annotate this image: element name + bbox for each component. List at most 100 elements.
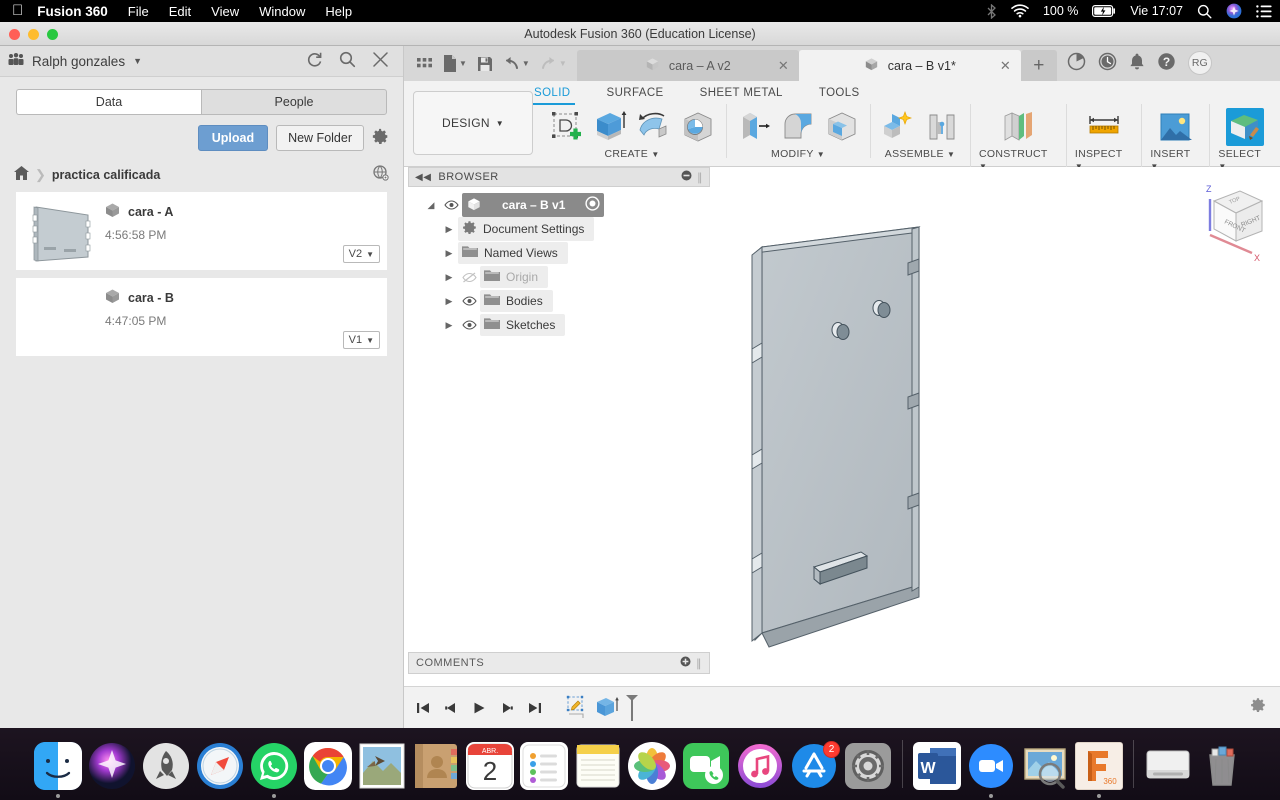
joint-icon[interactable] [923, 108, 961, 146]
design-workspace-button[interactable]: DESIGN ▼ [413, 91, 533, 155]
search-icon[interactable] [339, 51, 356, 71]
expand-arrow-icon[interactable]: ◢ [422, 200, 440, 211]
3d-viewport[interactable]: FRONT RIGHT TOP Z X [714, 167, 1280, 704]
ribbon-group-label[interactable]: ASSEMBLE ▼ [885, 148, 955, 160]
menu-window[interactable]: Window [259, 4, 305, 19]
data-panel-settings-gear-icon[interactable] [372, 128, 389, 148]
dock-item-facetime[interactable] [679, 734, 733, 798]
insert-mcmaster-icon[interactable] [1156, 108, 1194, 146]
close-panel-icon[interactable] [372, 51, 389, 71]
offset-plane-icon[interactable] [999, 108, 1037, 146]
minimize-window-button[interactable] [28, 29, 39, 40]
hole-icon[interactable] [679, 108, 717, 146]
dock-item-external-disk[interactable] [1141, 734, 1195, 798]
menu-help[interactable]: Help [325, 4, 352, 19]
bluetooth-icon[interactable] [986, 3, 997, 19]
file-version-badge[interactable]: V1 ▼ [342, 331, 380, 349]
undo-icon[interactable]: ▼ [499, 54, 534, 73]
browser-node-sketches[interactable]: ▶ Sketches [408, 313, 710, 337]
dock-item-safari[interactable] [193, 734, 247, 798]
go-to-end-icon[interactable] [528, 701, 542, 715]
browser-resize-handle[interactable]: ∥ [697, 171, 703, 184]
upload-button[interactable]: Upload [197, 125, 269, 151]
add-comment-icon[interactable] [680, 656, 691, 670]
dock-item-calendar[interactable]: ABR. 2 [463, 734, 517, 798]
apple-logo-icon[interactable]:  [12, 3, 23, 18]
expand-arrow-icon[interactable]: ▶ [440, 296, 458, 307]
active-component-radio-icon[interactable] [585, 196, 600, 214]
help-icon[interactable]: ? [1157, 52, 1176, 74]
browser-node-origin[interactable]: ▶ Origin [408, 265, 710, 289]
home-icon[interactable] [14, 166, 29, 183]
comments-resize-handle[interactable]: ∥ [696, 657, 702, 670]
avatar[interactable]: RG [1187, 51, 1212, 75]
dock-item-trash[interactable] [1195, 734, 1249, 798]
expand-arrow-icon[interactable]: ▶ [440, 248, 458, 259]
create-sketch-icon[interactable] [547, 108, 585, 146]
step-back-icon[interactable] [444, 701, 458, 715]
ribbon-group-label[interactable]: CREATE ▼ [604, 148, 659, 160]
file-card-cara-a[interactable]: cara - A 4:56:58 PM V2 ▼ [16, 192, 387, 270]
close-tab-icon[interactable]: ✕ [778, 58, 789, 74]
expand-arrow-icon[interactable]: ▶ [440, 224, 458, 235]
expand-arrow-icon[interactable]: ▶ [440, 320, 458, 331]
menu-edit[interactable]: Edit [169, 4, 191, 19]
view-cube[interactable]: FRONT RIGHT TOP Z X [1190, 179, 1266, 266]
chevron-down-icon[interactable]: ▼ [133, 56, 142, 66]
go-to-beginning-icon[interactable] [416, 701, 430, 715]
shell-icon[interactable] [823, 108, 861, 146]
browser-node-bodies[interactable]: ▶ Bodies [408, 289, 710, 313]
doc-tab-cara-a[interactable]: cara – A v2 ✕ [576, 50, 799, 81]
dock-item-contacts[interactable] [409, 734, 463, 798]
play-icon[interactable] [472, 701, 486, 715]
press-pull-icon[interactable] [735, 108, 773, 146]
dock-item-whatsapp[interactable] [247, 734, 301, 798]
browser-node-named-views[interactable]: ▶ Named Views [408, 241, 710, 265]
measure-icon[interactable] [1085, 108, 1123, 146]
visibility-eye-icon[interactable] [440, 200, 462, 210]
visibility-eye-off-icon[interactable] [458, 272, 480, 283]
new-component-icon[interactable] [879, 108, 917, 146]
timeline-settings-gear-icon[interactable] [1250, 697, 1266, 716]
tab-data[interactable]: Data [16, 89, 201, 115]
app-grid-icon[interactable] [412, 53, 437, 74]
refresh-icon[interactable] [306, 51, 323, 71]
menu-file[interactable]: File [128, 4, 149, 19]
dock-item-word[interactable]: W [910, 734, 964, 798]
file-card-cara-b[interactable]: cara - B 4:47:05 PM V1 ▼ [16, 278, 387, 356]
breadcrumb-current[interactable]: practica calificada [52, 168, 160, 182]
dock-item-zoom[interactable] [964, 734, 1018, 798]
dock-item-app-store[interactable]: 2 [787, 734, 841, 798]
browser-minimize-icon[interactable] [681, 170, 692, 184]
fillet-icon[interactable] [779, 108, 817, 146]
sketch-feature-icon[interactable] [566, 695, 588, 721]
dock-item-launchpad[interactable] [139, 734, 193, 798]
notifications-bell-icon[interactable] [1129, 53, 1145, 74]
step-forward-icon[interactable] [500, 701, 514, 715]
dock-item-preview[interactable] [1018, 734, 1072, 798]
dock-item-reminders[interactable] [517, 734, 571, 798]
dock-item-chrome[interactable] [301, 734, 355, 798]
job-status-icon[interactable] [1067, 52, 1086, 74]
extrude-feature-icon[interactable] [594, 695, 620, 721]
new-folder-button[interactable]: New Folder [276, 125, 364, 151]
doc-tab-cara-b[interactable]: cara – B v1* ✕ [798, 50, 1021, 81]
select-icon[interactable] [1225, 108, 1264, 146]
dock-item-photos[interactable] [625, 734, 679, 798]
dock-item-itunes[interactable] [733, 734, 787, 798]
browser-node-document-settings[interactable]: ▶ Document Settings [408, 217, 710, 241]
dock-item-notes[interactable] [571, 734, 625, 798]
new-tab-button[interactable]: + [1020, 50, 1057, 81]
save-icon[interactable] [473, 54, 497, 74]
close-tab-icon[interactable]: ✕ [1000, 58, 1011, 74]
user-name[interactable]: Ralph gonzales [32, 54, 125, 69]
visibility-eye-icon[interactable] [458, 296, 480, 306]
close-window-button[interactable] [9, 29, 20, 40]
menu-app-name[interactable]: Fusion 360 [37, 4, 108, 19]
revolve-icon[interactable] [635, 108, 673, 146]
dock-item-mail[interactable] [355, 734, 409, 798]
browser-node-root[interactable]: ◢ cara – B v1 [408, 193, 710, 217]
dock-item-siri[interactable] [85, 734, 139, 798]
visibility-eye-icon[interactable] [458, 320, 480, 330]
new-file-icon[interactable]: ▼ [439, 53, 471, 74]
